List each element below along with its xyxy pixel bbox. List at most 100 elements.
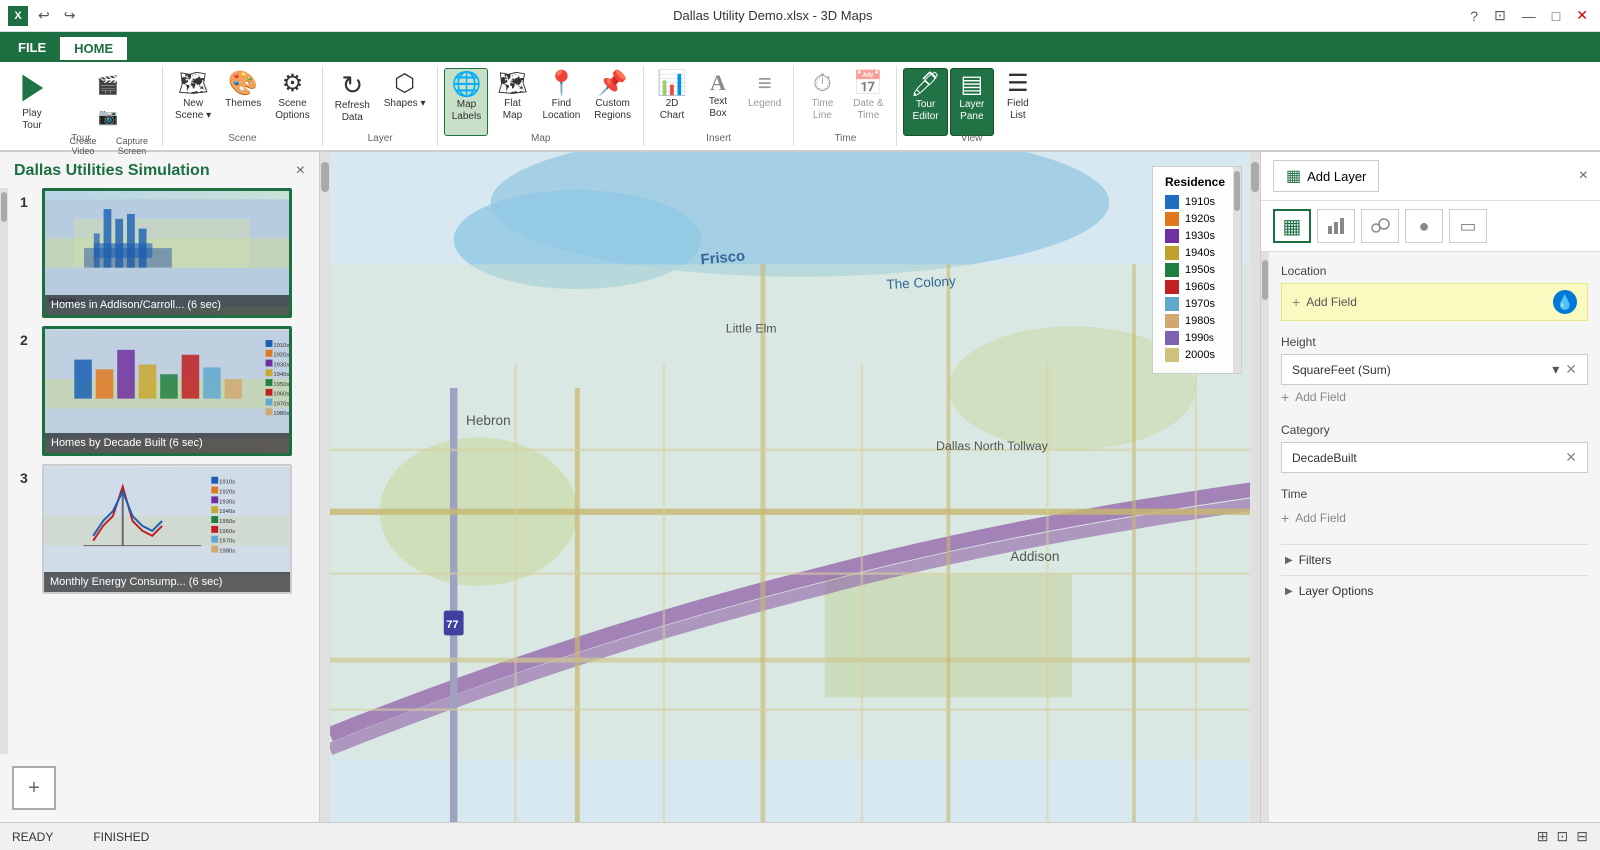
themes-btn[interactable]: 🎨 Themes <box>219 68 267 136</box>
refresh-data-btn[interactable]: ↻ RefreshData <box>329 68 376 136</box>
title-bar: X ↩ ↪ Dallas Utility Demo.xlsx - 3D Maps… <box>0 0 1600 32</box>
time-label: Time <box>1281 487 1588 501</box>
height-dropdown-icon[interactable]: ▾ <box>1552 361 1559 378</box>
layer-type-heat[interactable]: ● <box>1405 209 1443 243</box>
themes-icon: 🎨 <box>228 72 258 96</box>
view-group-label: View <box>897 133 1045 144</box>
height-field-clear[interactable]: ✕ <box>1565 361 1577 378</box>
scroll-track <box>0 188 8 754</box>
legend-label: Legend <box>748 98 781 110</box>
capture-screen-btn[interactable]: 📷 <box>89 102 127 134</box>
map-vscroll-right-thumb[interactable] <box>1251 162 1259 192</box>
add-layer-icon: ▦ <box>1286 166 1301 186</box>
scene-list-container: 1 <box>0 188 319 754</box>
layer-options-arrow: ▶ <box>1285 586 1293 597</box>
legend-item-1940s: 1940s <box>1165 246 1229 260</box>
add-scene-area: + <box>0 754 319 822</box>
scroll-thumb[interactable] <box>1 192 7 222</box>
capture-screen-icon: 📷 <box>98 108 118 127</box>
flat-map-label: FlatMap <box>503 98 522 122</box>
ribbon-group-tour: PlayTour 🎬 📷 CreateVideo CaptureScreen T… <box>0 66 163 146</box>
category-field-clear[interactable]: ✕ <box>1565 449 1577 466</box>
map-labels-btn[interactable]: 🌐 MapLabels <box>444 68 488 136</box>
legend-item-1910s: 1910s <box>1165 195 1229 209</box>
tour-close-btn[interactable]: × <box>296 162 305 180</box>
insert-group-label: Insert <box>644 133 793 144</box>
legend-btn[interactable]: ≡ Legend <box>742 68 787 136</box>
new-scene-icon: 🗺 <box>178 72 208 96</box>
2d-chart-btn[interactable]: 📊 2DChart <box>650 68 694 136</box>
filters-expand[interactable]: ▶ Filters <box>1281 544 1588 575</box>
right-scroll-track <box>1261 252 1269 822</box>
create-video-btn[interactable]: 🎬 <box>89 70 127 102</box>
ribbon-group-scene: 🗺 NewScene ▾ 🎨 Themes ⚙ SceneOptions Sce… <box>163 66 323 146</box>
right-header: ▦ Add Layer × <box>1261 152 1600 201</box>
themes-label: Themes <box>225 98 261 110</box>
field-list-icon: ☰ <box>1007 72 1029 96</box>
shapes-label: Shapes ▾ <box>384 98 426 110</box>
custom-regions-btn[interactable]: 📌 CustomRegions <box>588 68 637 136</box>
redo-btn[interactable]: ↪ <box>60 5 80 26</box>
status-icon-1[interactable]: ⊞ <box>1537 828 1549 845</box>
height-add-field[interactable]: + Add Field <box>1281 385 1588 409</box>
help-btn[interactable]: ? <box>1466 6 1482 26</box>
scene-item-1[interactable]: 1 <box>20 188 307 318</box>
shapes-btn[interactable]: ⬡ Shapes ▾ <box>378 68 432 136</box>
status-icon-2[interactable]: ⊡ <box>1557 828 1569 845</box>
layer-type-region[interactable]: ▭ <box>1449 209 1487 243</box>
layer-pane-label: LayerPane <box>959 99 984 123</box>
new-scene-btn[interactable]: 🗺 NewScene ▾ <box>169 68 217 136</box>
legend-item-1960s: 1960s <box>1165 280 1229 294</box>
layer-type-bubble[interactable] <box>1361 209 1399 243</box>
add-layer-btn[interactable]: ▦ Add Layer <box>1273 160 1379 192</box>
scene-item-2[interactable]: 2 <box>20 326 307 456</box>
play-tour-btn[interactable]: PlayTour <box>6 68 58 136</box>
layer-pane-icon: ▤ <box>961 73 984 97</box>
layer-pane-btn[interactable]: ▤ LayerPane <box>950 68 994 136</box>
location-add-field[interactable]: + Add Field 💧 <box>1281 283 1588 321</box>
map-area[interactable]: 77 Frisco The Colony Little Elm Hebron D… <box>320 152 1260 822</box>
height-section: Height SquareFeet (Sum) ▾ ✕ + Add Field <box>1281 335 1588 409</box>
layer-options-expand[interactable]: ▶ Layer Options <box>1281 575 1588 606</box>
legend-swatch-1920s <box>1165 212 1179 226</box>
map-vscroll-thumb[interactable] <box>321 162 329 192</box>
svg-text:Hebron: Hebron <box>466 413 511 428</box>
svg-text:Dallas North Tollway: Dallas North Tollway <box>936 439 1049 453</box>
field-list-btn[interactable]: ☰ FieldList <box>996 68 1040 136</box>
bubble-icon <box>1370 216 1390 236</box>
scene-item-3[interactable]: 3 1910s <box>20 464 307 594</box>
text-box-btn[interactable]: A TextBox <box>696 68 740 136</box>
time-add-field[interactable]: + Add Field <box>1281 506 1588 530</box>
status-right: ⊞ ⊡ ⊟ <box>1537 828 1588 845</box>
time-line-btn[interactable]: ⏱ TimeLine <box>800 68 844 136</box>
file-menu[interactable]: FILE <box>4 36 60 59</box>
home-menu[interactable]: HOME <box>60 35 127 60</box>
find-location-btn[interactable]: 📍 FindLocation <box>536 68 586 136</box>
legend-scroll-thumb[interactable] <box>1234 171 1240 211</box>
status-left: READY FINISHED <box>12 830 149 844</box>
tour-editor-btn[interactable]: 🖊 TourEditor <box>903 68 947 136</box>
date-time-btn[interactable]: 📅 Date &Time <box>846 68 890 136</box>
layer-type-stacked[interactable]: ▦ <box>1273 209 1311 243</box>
scene-options-btn[interactable]: ⚙ SceneOptions <box>269 68 315 136</box>
minimize-btn[interactable]: — <box>1518 6 1540 26</box>
filters-label: Filters <box>1299 553 1332 567</box>
layer-type-bar[interactable] <box>1317 209 1355 243</box>
add-scene-btn[interactable]: + <box>12 766 56 810</box>
maximize-btn[interactable]: □ <box>1548 6 1564 26</box>
height-field-value: SquareFeet (Sum) ▾ ✕ <box>1281 354 1588 385</box>
flat-map-btn[interactable]: 🗺 FlatMap <box>490 68 534 136</box>
status-icon-3[interactable]: ⊟ <box>1576 828 1588 845</box>
restore-btn[interactable]: ⊡ <box>1490 5 1510 26</box>
right-scroll-thumb[interactable] <box>1262 260 1268 300</box>
height-plus-icon: + <box>1281 389 1289 405</box>
date-time-icon: 📅 <box>853 72 883 96</box>
find-location-label: FindLocation <box>542 98 580 122</box>
close-btn[interactable]: ✕ <box>1572 5 1592 26</box>
map-group-label: Map <box>438 133 643 144</box>
legend-item-1950s: 1950s <box>1165 263 1229 277</box>
svg-text:Addison: Addison <box>1010 549 1059 564</box>
right-close-btn[interactable]: × <box>1579 167 1588 185</box>
legend-panel: Residence 1910s 1920s 1930s 1940s 1950s … <box>1152 166 1242 374</box>
undo-btn[interactable]: ↩ <box>34 5 54 26</box>
